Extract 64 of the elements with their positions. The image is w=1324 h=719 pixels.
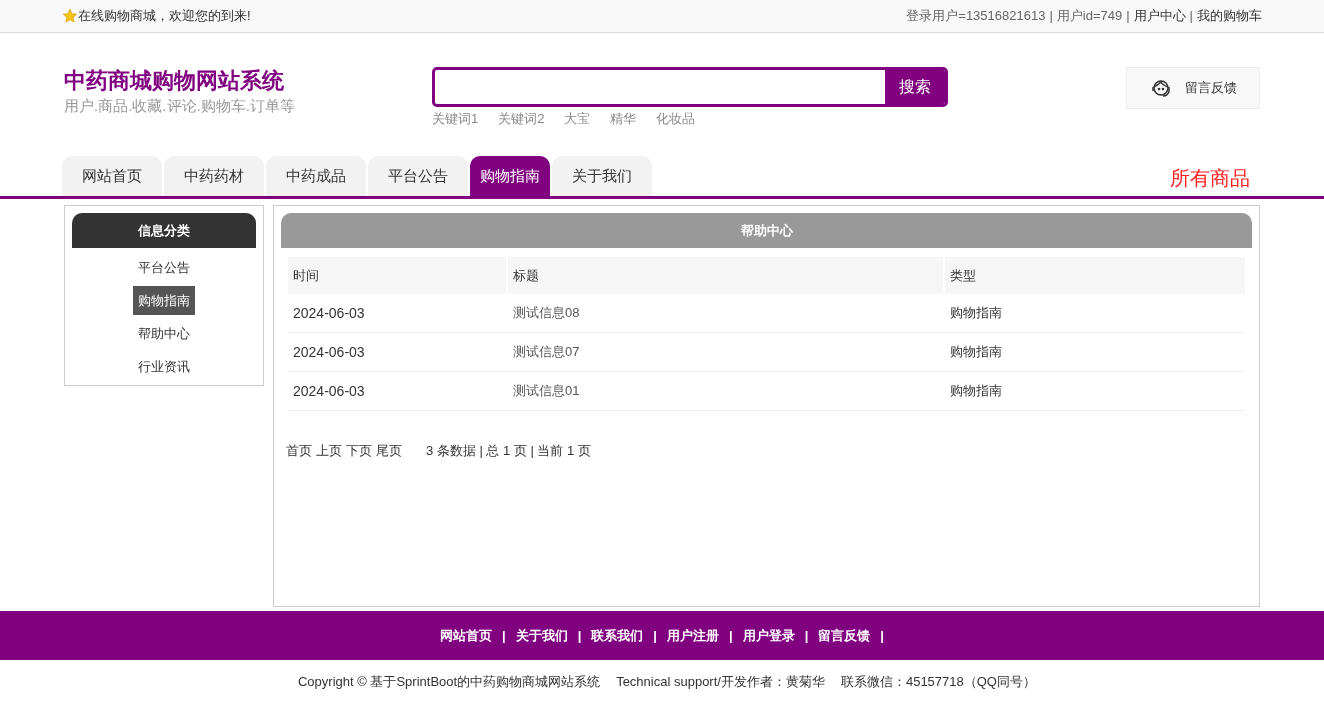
separator-text: |	[804, 626, 809, 645]
separator-text: |	[880, 626, 884, 645]
footer-link[interactable]: 用户登录	[742, 625, 795, 646]
keyword-link[interactable]: 大宝	[564, 109, 591, 129]
table-cell-text: 购物指南	[949, 382, 1003, 401]
table-cell-text: 2024-06-03	[292, 381, 366, 401]
table-cell-text: 测试信息07	[512, 343, 581, 362]
column-header: 类型	[945, 257, 1245, 294]
table-cell-text: 2024-06-03	[292, 303, 366, 323]
feedback-button[interactable]: 留言反馈	[1126, 67, 1260, 109]
sidebar-item[interactable]: 帮助中心	[133, 319, 195, 348]
footer-link[interactable]: 关于我们	[515, 625, 568, 646]
user-info-text: 用户id=749	[1056, 7, 1123, 26]
footer-link[interactable]: 用户注册	[667, 625, 719, 646]
pagination-link[interactable]: 下页	[346, 441, 372, 461]
separator-text: |	[729, 626, 733, 645]
keyword-link[interactable]: 化妆品	[656, 109, 696, 129]
sidebar-item[interactable]: 平台公告	[133, 253, 195, 282]
search-bar[interactable]: 搜索	[432, 67, 948, 107]
sidebar-item[interactable]: 购物指南	[133, 286, 195, 315]
star-icon	[62, 8, 78, 24]
keyword-link[interactable]: 精华	[610, 109, 637, 129]
all-products-link[interactable]: 所有商品	[1170, 160, 1250, 193]
pagination-link[interactable]: 首页	[286, 441, 312, 461]
column-header: 时间	[288, 257, 506, 294]
nav-tab[interactable]: 中药成品	[266, 156, 366, 196]
contact-text: 联系微信：45157718（QQ同号）	[840, 673, 1036, 691]
nav-tab[interactable]: 购物指南	[470, 156, 550, 196]
nav-tab[interactable]: 平台公告	[368, 156, 468, 196]
table-cell-text: 购物指南	[949, 343, 1003, 362]
footer-link[interactable]: 网站首页	[440, 625, 493, 646]
nav-tab[interactable]: 关于我们	[552, 156, 652, 196]
keyword-link[interactable]: 关键词2	[498, 109, 545, 129]
keyword-link[interactable]: 关键词1	[432, 109, 479, 129]
separator-text: |	[1126, 7, 1130, 26]
search-button[interactable]: 搜索	[885, 70, 945, 104]
site-subtitle: 用户.商品.收藏.评论.购物车.订单等	[64, 96, 296, 116]
pagination-summary: 3 条数据 | 总 1 页 | 当前 1 页	[426, 442, 591, 460]
table-cell-text: 测试信息01	[512, 382, 581, 401]
footer-link[interactable]: 联系我们	[591, 625, 644, 646]
pagination-link[interactable]: 上页	[316, 441, 342, 461]
content-title: 帮助中心	[281, 213, 1252, 248]
table-cell-text: 购物指南	[949, 304, 1003, 323]
copyright-text: Copyright © 基于SprintBoot的中药购物商城网站系统	[298, 673, 601, 691]
welcome-text: 在线购物商城，欢迎您的到来!	[78, 7, 251, 26]
separator-text: |	[653, 626, 657, 645]
support-text: Technical support/开发作者：黄菊华	[616, 673, 825, 691]
footer-link[interactable]: 留言反馈	[818, 625, 871, 646]
pagination-link[interactable]: 尾页	[376, 441, 402, 461]
separator-text: |	[1049, 7, 1053, 26]
top-link[interactable]: 我的购物车	[1197, 6, 1262, 26]
separator-text: |	[502, 626, 506, 645]
top-link[interactable]: 用户中心	[1133, 6, 1186, 26]
sidebar-item[interactable]: 行业资讯	[133, 352, 195, 381]
table-cell-text: 测试信息08	[512, 304, 581, 323]
nav-tab[interactable]: 网站首页	[62, 156, 162, 196]
separator-text: |	[1189, 7, 1193, 26]
table-cell-text: 2024-06-03	[292, 342, 366, 362]
site-title: 中药商城购物网站系统	[64, 67, 285, 95]
sidebar-title: 信息分类	[72, 213, 256, 248]
column-header: 标题	[508, 257, 943, 294]
separator-text: |	[577, 626, 582, 645]
nav-tab[interactable]: 中药药材	[164, 156, 264, 196]
user-info-text: 登录用户=13516821613	[906, 7, 1046, 26]
